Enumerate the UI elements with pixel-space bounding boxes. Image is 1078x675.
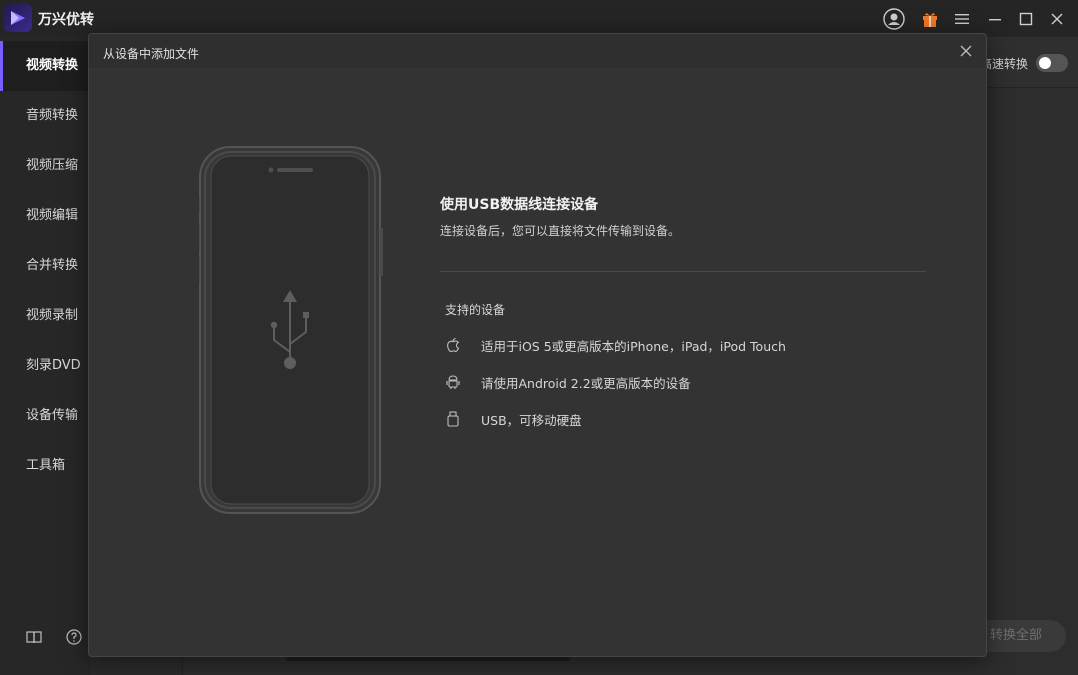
device-text-ios: 适用于iOS 5或更高版本的iPhone，iPad，iPod Touch (481, 338, 786, 354)
device-row-ios: 适用于iOS 5或更高版本的iPhone，iPad，iPod Touch (445, 336, 786, 354)
usb-connect-heading: 使用USB数据线连接设备 (440, 197, 599, 213)
supported-devices-heading: 支持的设备 (445, 303, 506, 317)
minimize-icon[interactable] (984, 8, 1006, 30)
device-row-android: 请使用Android 2.2或更高版本的设备 (445, 373, 691, 391)
sidebar-item-toolbox[interactable]: 工具箱 (0, 441, 91, 491)
device-text-usb: USB，可移动硬盘 (481, 412, 582, 428)
usb-drive-icon (445, 411, 461, 427)
maximize-icon[interactable] (1015, 8, 1037, 30)
dialog-close-icon[interactable] (958, 43, 974, 59)
sidebar-item-audio-convert[interactable]: 音频转换 (0, 91, 91, 141)
dialog-header: 从设备中添加文件 (89, 34, 986, 68)
book-icon[interactable] (25, 628, 43, 646)
high-speed-label: 高速转换 (980, 57, 1029, 71)
device-row-usb: USB，可移动硬盘 (445, 410, 582, 428)
help-icon[interactable] (65, 628, 83, 646)
android-icon (445, 374, 461, 390)
sidebar-item-burn-dvd[interactable]: 刻录DVD (0, 341, 91, 391)
phone-usb-illustration (196, 146, 384, 520)
bottom-scrollbar[interactable] (286, 657, 570, 661)
sidebar: 视频转换 音频转换 视频压缩 视频编辑 合并转换 视频录制 刻录DVD 设备传输… (0, 37, 91, 675)
sidebar-item-merge[interactable]: 合并转换 (0, 241, 91, 291)
dialog-title: 从设备中添加文件 (103, 47, 200, 61)
app-title: 万兴优转 (38, 12, 94, 28)
gift-icon[interactable] (919, 8, 941, 30)
divider (440, 271, 926, 272)
sidebar-item-video-edit[interactable]: 视频编辑 (0, 191, 91, 241)
usb-connect-info: 使用USB数据线连接设备 连接设备后，您可以直接将文件传输到设备。 (440, 194, 926, 239)
high-speed-toggle[interactable] (1036, 54, 1068, 72)
account-icon[interactable] (883, 8, 905, 30)
sidebar-item-record[interactable]: 视频录制 (0, 291, 91, 341)
toggle-knob (1039, 57, 1051, 69)
app-logo (4, 4, 32, 32)
device-text-android: 请使用Android 2.2或更高版本的设备 (481, 375, 691, 391)
sidebar-item-device-transfer[interactable]: 设备传输 (0, 391, 91, 441)
sidebar-item-video-compress[interactable]: 视频压缩 (0, 141, 91, 191)
add-from-device-dialog: 从设备中添加文件 使用USB数据线连接设备 连接设备后，您可以直接将文件传输到设… (88, 33, 987, 657)
sidebar-item-video-convert[interactable]: 视频转换 (0, 41, 91, 91)
apple-icon (445, 337, 461, 353)
menu-icon[interactable] (951, 8, 973, 30)
usb-connect-description: 连接设备后，您可以直接将文件传输到设备。 (440, 224, 681, 238)
title-bar: 万兴优转 (0, 0, 1078, 37)
close-icon[interactable] (1046, 8, 1068, 30)
